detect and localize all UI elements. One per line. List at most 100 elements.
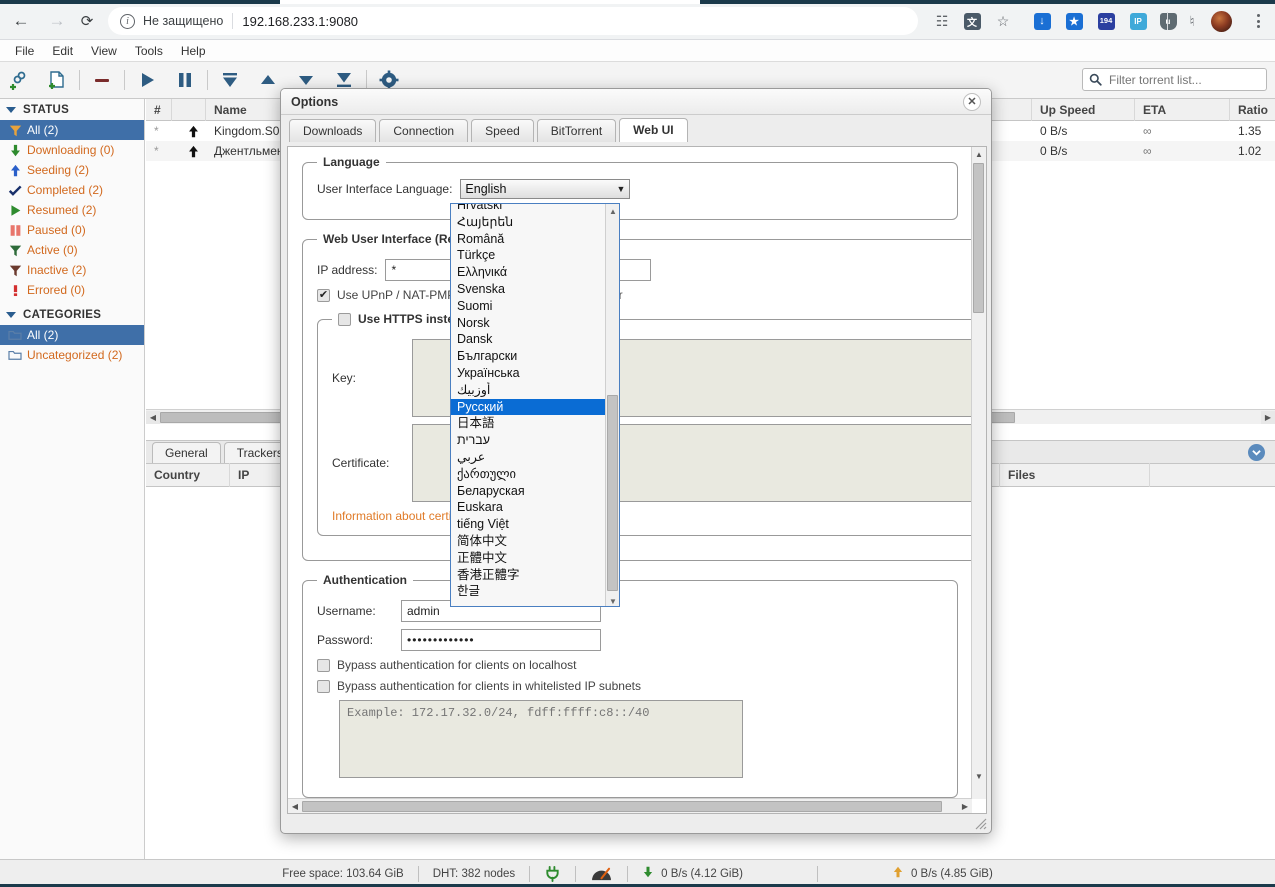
speedometer-icon[interactable] <box>576 865 627 882</box>
tab-connection[interactable]: Connection <box>379 119 469 142</box>
language-option[interactable]: tiếng Việt <box>451 516 606 533</box>
https-checkbox[interactable] <box>338 312 351 326</box>
delete-torrent-button[interactable] <box>83 65 121 95</box>
sidebar-item-resumed[interactable]: Resumed (2) <box>0 200 144 220</box>
bypass-subnets-checkbox[interactable] <box>317 679 330 693</box>
forward-button[interactable]: → <box>44 8 70 34</box>
resize-grip-icon[interactable] <box>975 818 987 830</box>
sidebar-category-uncategorized[interactable]: Uncategorized (2) <box>0 345 144 365</box>
reload-icon[interactable]: ⟳ <box>74 8 100 34</box>
language-option[interactable]: Svenska <box>451 281 606 298</box>
search-input[interactable] <box>1107 71 1257 88</box>
column-header-country[interactable]: Country <box>146 463 230 487</box>
password-key-icon[interactable]: ☷ <box>930 9 954 33</box>
add-torrent-file-button[interactable] <box>38 65 76 95</box>
move-top-button[interactable] <box>211 65 249 95</box>
language-option[interactable]: ქართული <box>451 466 606 483</box>
address-bar[interactable]: i Не защищено 192.168.233.1:9080 <box>108 7 918 35</box>
download-manager-icon[interactable]: ↓ <box>1030 9 1054 33</box>
password-field[interactable] <box>401 629 601 651</box>
ip-badge-icon[interactable]: IP <box>1126 9 1150 33</box>
scrollbar-thumb[interactable] <box>973 163 984 313</box>
language-option[interactable]: Română <box>451 231 606 248</box>
bypass-localhost-checkbox[interactable] <box>317 658 330 672</box>
sidebar-item-inactive[interactable]: Inactive (2) <box>0 260 144 280</box>
tab-general[interactable]: General <box>152 442 221 463</box>
language-option[interactable]: Български <box>451 348 606 365</box>
language-option[interactable]: 한글 <box>451 583 606 600</box>
playlist-icon[interactable]: ♮ <box>1180 9 1204 33</box>
sidebar-item-errored[interactable]: Errored (0) <box>0 280 144 300</box>
language-option[interactable]: Հայերեն <box>451 214 606 231</box>
dialog-titlebar[interactable]: Options ✕ <box>281 89 991 115</box>
language-option[interactable]: Беларуская <box>451 483 606 500</box>
scroll-left-icon[interactable]: ◀ <box>288 800 302 813</box>
sidebar-item-downloading[interactable]: Downloading (0) <box>0 140 144 160</box>
language-option[interactable]: 简体中文 <box>451 533 606 550</box>
column-header-state[interactable] <box>172 98 206 121</box>
menu-view[interactable]: View <box>82 42 126 60</box>
sidebar-item-paused[interactable]: Paused (0) <box>0 220 144 240</box>
filter-torrent-box[interactable] <box>1082 68 1267 91</box>
close-icon[interactable]: ✕ <box>963 92 981 111</box>
language-option[interactable]: Suomi <box>451 298 606 315</box>
menu-edit[interactable]: Edit <box>43 42 82 60</box>
tab-downloads[interactable]: Downloads <box>289 119 377 142</box>
tab-bittorrent[interactable]: BitTorrent <box>536 119 617 142</box>
column-header-eta[interactable]: ETA <box>1135 98 1230 121</box>
chevron-down-icon[interactable] <box>1248 444 1265 461</box>
sidebar-item-seeding[interactable]: Seeding (2) <box>0 160 144 180</box>
language-option[interactable]: 日本語 <box>451 415 606 432</box>
scroll-up-icon[interactable]: ▲ <box>606 204 619 218</box>
sidebar-item-completed[interactable]: Completed (2) <box>0 180 144 200</box>
menu-file[interactable]: File <box>6 42 43 60</box>
scroll-down-icon[interactable]: ▼ <box>972 770 986 783</box>
language-dropdown-scrollbar[interactable]: ▲ ▼ <box>605 204 619 606</box>
language-option[interactable]: Norsk <box>451 315 606 332</box>
language-option[interactable]: Русский <box>451 398 606 416</box>
sidebar-item-all[interactable]: All (2) <box>0 120 144 140</box>
tab-speed[interactable]: Speed <box>471 119 534 142</box>
language-option[interactable]: 正體中文 <box>451 550 606 567</box>
language-option[interactable]: أوزبيك <box>451 382 606 399</box>
language-dropdown-popup[interactable]: Hrvatski Հայերեն Română Türkçe Ελληνικά Svens… <box>450 203 620 607</box>
upnp-checkbox[interactable]: ✔ <box>317 288 330 302</box>
scrollbar-thumb[interactable] <box>607 395 618 591</box>
column-header-num[interactable]: # <box>146 98 172 121</box>
pause-torrent-button[interactable] <box>166 65 204 95</box>
tab-web-ui[interactable]: Web UI <box>619 118 688 142</box>
back-button[interactable]: ← <box>8 8 34 34</box>
star-extension-icon[interactable]: ★ <box>1062 9 1086 33</box>
language-option[interactable]: 香港正體字 <box>451 567 606 584</box>
scrollbar-thumb[interactable] <box>302 800 942 812</box>
column-header-files[interactable]: Files <box>1000 463 1150 487</box>
scroll-right-icon[interactable]: ▶ <box>958 800 972 813</box>
bookmark-star-icon[interactable]: ☆ <box>991 9 1015 33</box>
ublock-shield-icon[interactable]: u <box>1156 9 1180 33</box>
adguard-icon[interactable]: 194 <box>1094 9 1118 33</box>
language-option[interactable]: Ελληνικά <box>451 264 606 281</box>
browser-menu-icon[interactable] <box>1248 10 1268 32</box>
scroll-left-icon[interactable]: ◀ <box>146 410 160 424</box>
menu-tools[interactable]: Tools <box>126 42 172 60</box>
language-option[interactable]: Türkçe <box>451 247 606 264</box>
language-select[interactable]: English ▼ <box>460 179 631 199</box>
dialog-hscrollbar[interactable]: ◀ ▶ <box>288 798 972 813</box>
whitelisted-subnets-textarea[interactable] <box>339 700 743 778</box>
resume-torrent-button[interactable] <box>128 65 166 95</box>
column-header-up-speed[interactable]: Up Speed <box>1032 98 1135 121</box>
column-header-ratio[interactable]: Ratio <box>1230 99 1275 121</box>
menu-help[interactable]: Help <box>172 42 215 60</box>
language-option[interactable]: Hrvatski <box>451 204 606 214</box>
user-avatar[interactable] <box>1211 11 1232 32</box>
language-option[interactable]: Українська <box>451 365 606 382</box>
sidebar-item-active[interactable]: Active (0) <box>0 240 144 260</box>
language-option[interactable]: Euskara <box>451 499 606 516</box>
dialog-vscrollbar[interactable]: ▲ ▼ <box>971 147 986 799</box>
scroll-up-icon[interactable]: ▲ <box>972 148 986 161</box>
add-torrent-link-button[interactable] <box>0 65 38 95</box>
language-option[interactable]: עברית <box>451 432 606 449</box>
plug-connected-icon[interactable] <box>530 865 575 882</box>
info-icon[interactable]: i <box>120 13 135 29</box>
sidebar-categories-header[interactable]: CATEGORIES <box>0 304 144 325</box>
